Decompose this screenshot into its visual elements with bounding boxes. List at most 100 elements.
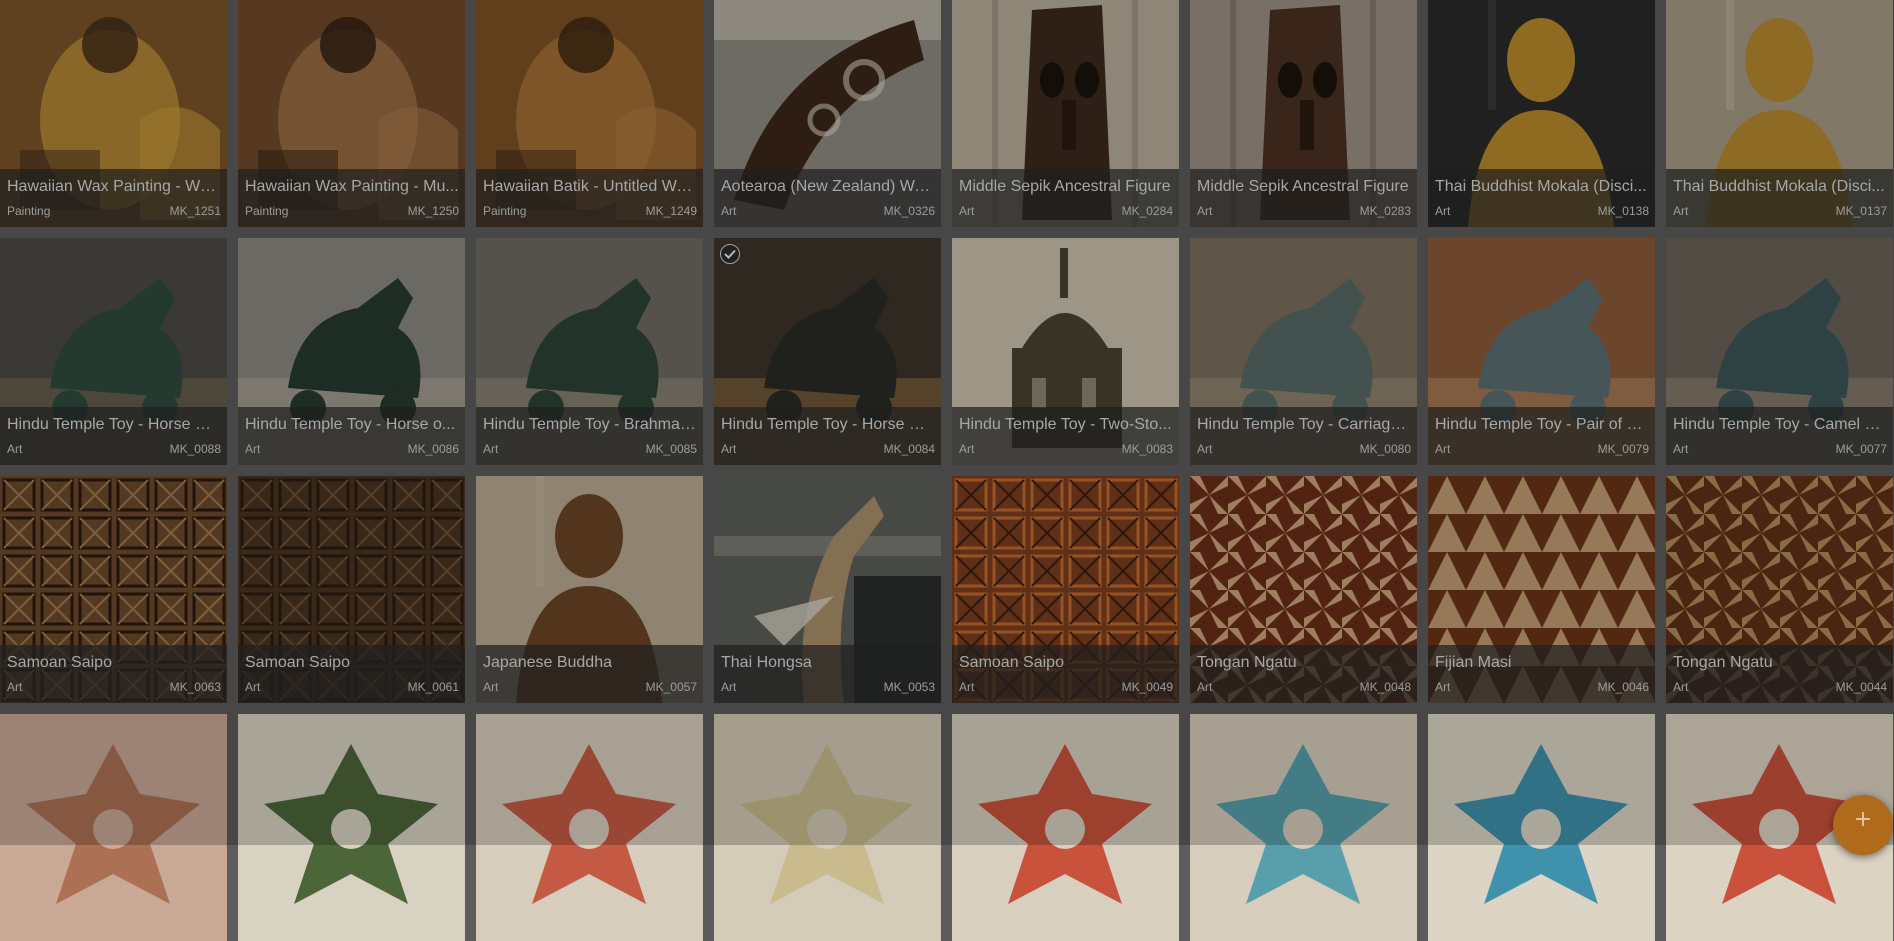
tile-title: Middle Sepik Ancestral Figure: [1197, 178, 1409, 195]
tile-caption: Hindu Temple Toy - Carriage... Art MK_0080: [1190, 407, 1417, 465]
tile-category: Art: [1197, 680, 1213, 694]
artwork-tile[interactable]: [714, 714, 941, 941]
tile-caption: Samoan Saipo Art MK_0061: [238, 645, 465, 703]
tile-category: Art: [1197, 204, 1213, 218]
artwork-thumbnail: [1428, 714, 1655, 941]
tile-category: Art: [1673, 204, 1689, 218]
artwork-thumbnail: [1190, 714, 1417, 941]
check-icon[interactable]: [720, 244, 740, 264]
tile-title: Hindu Temple Toy - Brahma ...: [483, 416, 697, 433]
tile-caption: Aotearoa (New Zealand) Wa... Art MK_0326: [714, 169, 941, 227]
tile-code: MK_0049: [1121, 680, 1173, 694]
tile-category: Art: [1435, 680, 1451, 694]
tile-category: Art: [245, 680, 261, 694]
artwork-tile[interactable]: [1428, 714, 1655, 941]
tile-category: Art: [721, 442, 737, 456]
artwork-tile[interactable]: Hindu Temple Toy - Two-Sto... Art MK_0083: [952, 238, 1179, 465]
tile-title: Hindu Temple Toy - Carriage...: [1197, 416, 1411, 433]
tile-category: Art: [1673, 680, 1689, 694]
tile-caption: Hawaiian Wax Painting - Wo... Painting MK_…: [0, 169, 227, 227]
tile-caption: Fijian Masi Art MK_0046: [1428, 645, 1655, 703]
tile-title: Middle Sepik Ancestral Figure: [959, 178, 1171, 195]
tile-caption: Hindu Temple Toy - Two-Sto... Art MK_0083: [952, 407, 1179, 465]
tile-category: Art: [721, 680, 737, 694]
artwork-tile[interactable]: Aotearoa (New Zealand) Wa... Art MK_0326: [714, 0, 941, 227]
tile-category: Painting: [483, 204, 527, 218]
tile-caption: Hindu Temple Toy - Horse o... Art MK_0086: [238, 407, 465, 465]
tile-code: MK_0048: [1359, 680, 1411, 694]
tile-title: Hindu Temple Toy - Horse o...: [245, 416, 456, 433]
tile-code: MK_0326: [883, 204, 935, 218]
artwork-tile[interactable]: [1190, 714, 1417, 941]
tile-category: Art: [959, 680, 975, 694]
artwork-tile[interactable]: [476, 714, 703, 941]
tile-title: Samoan Saipo: [7, 654, 112, 671]
artwork-tile[interactable]: Hawaiian Batik - Untitled Wa... Painting M…: [476, 0, 703, 227]
artwork-tile[interactable]: Hawaiian Wax Painting - Mu... Painting MK_…: [238, 0, 465, 227]
artwork-tile[interactable]: Hindu Temple Toy - Pair of D... Art MK_007…: [1428, 238, 1655, 465]
artwork-tile[interactable]: Thai Buddhist Mokala (Disci... Art MK_0138: [1428, 0, 1655, 227]
artwork-thumbnail: [714, 714, 941, 941]
tile-caption: Thai Buddhist Mokala (Disci... Art MK_0137: [1666, 169, 1893, 227]
add-button[interactable]: +: [1833, 795, 1893, 855]
tile-category: Art: [1673, 442, 1689, 456]
tile-title: Hindu Temple Toy - Pair of D...: [1435, 416, 1649, 433]
artwork-tile[interactable]: Hindu Temple Toy - Brahma ... Art MK_0085: [476, 238, 703, 465]
artwork-tile[interactable]: Samoan Saipo Art MK_0063: [0, 476, 227, 703]
tile-code: MK_0084: [883, 442, 935, 456]
tile-caption: Middle Sepik Ancestral Figure Art MK_0284: [952, 169, 1179, 227]
artwork-thumbnail: [0, 714, 227, 941]
tile-title: Hindu Temple Toy - Camel w...: [1673, 416, 1887, 433]
tile-code: MK_0083: [1121, 442, 1173, 456]
tile-code: MK_0088: [169, 442, 221, 456]
tile-title: Hindu Temple Toy - Horse Dr...: [7, 416, 221, 433]
tile-title: Tongan Ngatu: [1197, 654, 1297, 671]
tile-category: Art: [245, 442, 261, 456]
plus-icon: +: [1853, 807, 1873, 832]
tile-category: Painting: [245, 204, 289, 218]
artwork-tile[interactable]: Hindu Temple Toy - Horse Dr... Art MK_0088: [0, 238, 227, 465]
artwork-tile[interactable]: Middle Sepik Ancestral Figure Art MK_0284: [952, 0, 1179, 227]
tile-caption: Hawaiian Batik - Untitled Wa... Painting M…: [476, 169, 703, 227]
artwork-tile[interactable]: Tongan Ngatu Art MK_0048: [1190, 476, 1417, 703]
artwork-tile[interactable]: Tongan Ngatu Art MK_0044: [1666, 476, 1893, 703]
artwork-tile[interactable]: Hindu Temple Toy - Camel w... Art MK_0077: [1666, 238, 1893, 465]
tile-category: Art: [7, 680, 23, 694]
artwork-tile[interactable]: Thai Hongsa Art MK_0053: [714, 476, 941, 703]
artwork-thumbnail: [952, 714, 1179, 941]
tile-title: Aotearoa (New Zealand) Wa...: [721, 178, 935, 195]
tile-code: MK_0053: [883, 680, 935, 694]
artwork-tile[interactable]: Thai Buddhist Mokala (Disci... Art MK_0137: [1666, 0, 1893, 227]
tile-title: Hindu Temple Toy - Horse wi...: [721, 416, 935, 433]
artwork-tile[interactable]: [238, 714, 465, 941]
tile-caption: Japanese Buddha Art MK_0057: [476, 645, 703, 703]
tile-code: MK_0063: [169, 680, 221, 694]
tile-caption: Tongan Ngatu Art MK_0048: [1190, 645, 1417, 703]
artwork-tile[interactable]: Fijian Masi Art MK_0046: [1428, 476, 1655, 703]
artwork-tile[interactable]: Samoan Saipo Art MK_0049: [952, 476, 1179, 703]
artwork-tile[interactable]: Hindu Temple Toy - Horse o... Art MK_0086: [238, 238, 465, 465]
artwork-tile[interactable]: [952, 714, 1179, 941]
tile-category: Art: [959, 442, 975, 456]
artwork-tile[interactable]: Japanese Buddha Art MK_0057: [476, 476, 703, 703]
tile-code: MK_0061: [407, 680, 459, 694]
tile-title: Samoan Saipo: [959, 654, 1064, 671]
tile-code: MK_0044: [1835, 680, 1887, 694]
tile-category: Art: [483, 442, 499, 456]
artwork-tile[interactable]: Hawaiian Wax Painting - Wo... Painting MK_…: [0, 0, 227, 227]
tile-caption: Hindu Temple Toy - Camel w... Art MK_0077: [1666, 407, 1893, 465]
tile-caption: Samoan Saipo Art MK_0049: [952, 645, 1179, 703]
tile-code: MK_0137: [1835, 204, 1887, 218]
artwork-tile[interactable]: Hindu Temple Toy - Horse wi... Art MK_0084: [714, 238, 941, 465]
tile-code: MK_0057: [645, 680, 697, 694]
tile-title: Thai Hongsa: [721, 654, 812, 671]
artwork-tile[interactable]: Hindu Temple Toy - Carriage... Art MK_0080: [1190, 238, 1417, 465]
tile-title: Hindu Temple Toy - Two-Sto...: [959, 416, 1172, 433]
artwork-thumbnail: [476, 714, 703, 941]
artwork-tile[interactable]: Middle Sepik Ancestral Figure Art MK_0283: [1190, 0, 1417, 227]
tile-caption: Samoan Saipo Art MK_0063: [0, 645, 227, 703]
artwork-tile[interactable]: Samoan Saipo Art MK_0061: [238, 476, 465, 703]
artwork-tile[interactable]: [0, 714, 227, 941]
tile-category: Art: [959, 204, 975, 218]
tile-title: Samoan Saipo: [245, 654, 350, 671]
